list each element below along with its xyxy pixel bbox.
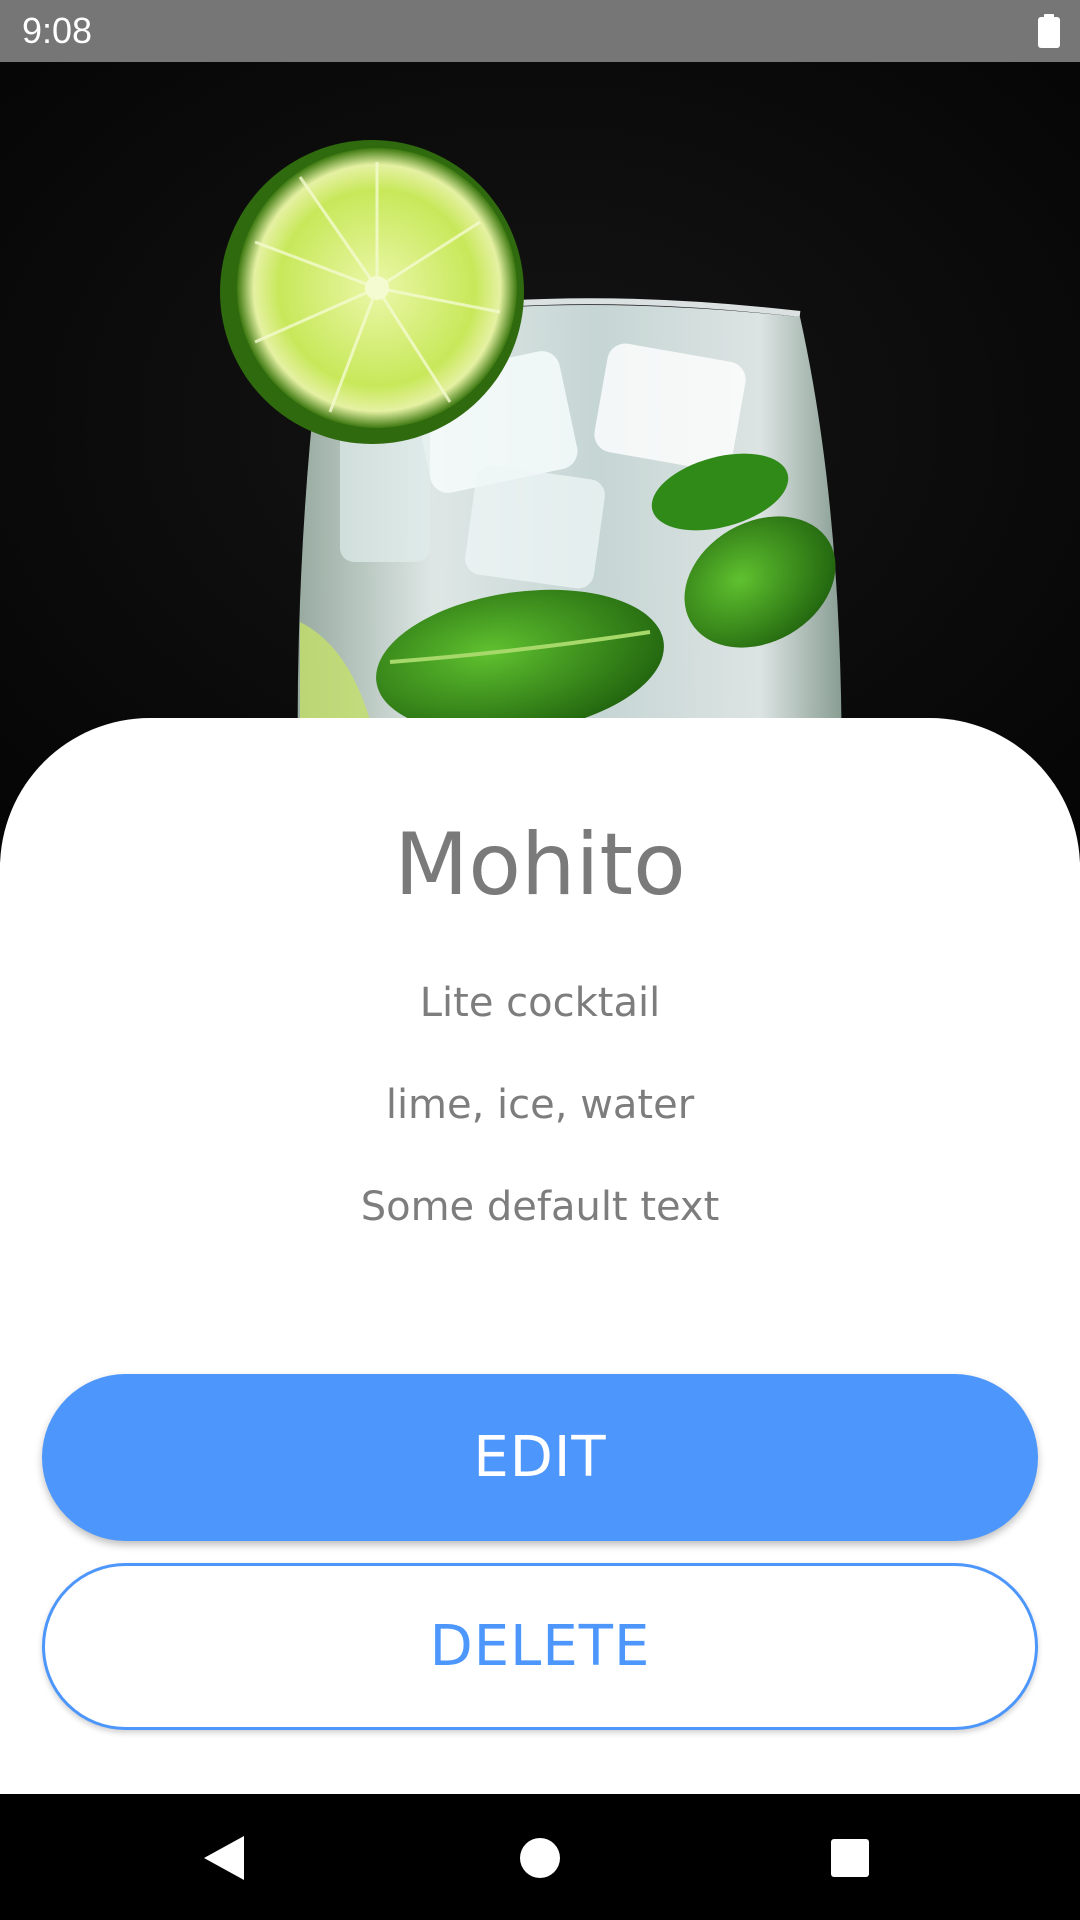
status-time: 9:08 [22,10,93,51]
recents-square-icon[interactable] [810,1818,890,1898]
drink-ingredients: lime, ice, water [385,1082,695,1128]
back-triangle-icon[interactable] [184,1818,264,1898]
drink-name: Mohito [394,815,686,915]
delete-button[interactable]: DELETE [42,1563,1038,1730]
status-bar: 9:08 [0,0,1080,62]
battery-full-icon [1038,14,1060,48]
home-circle-icon[interactable] [500,1818,580,1898]
drink-notes: Some default text [360,1184,720,1230]
system-nav-bar [0,1794,1080,1920]
edit-button[interactable]: EDIT [42,1374,1038,1541]
drink-description: Lite cocktail [419,980,661,1026]
